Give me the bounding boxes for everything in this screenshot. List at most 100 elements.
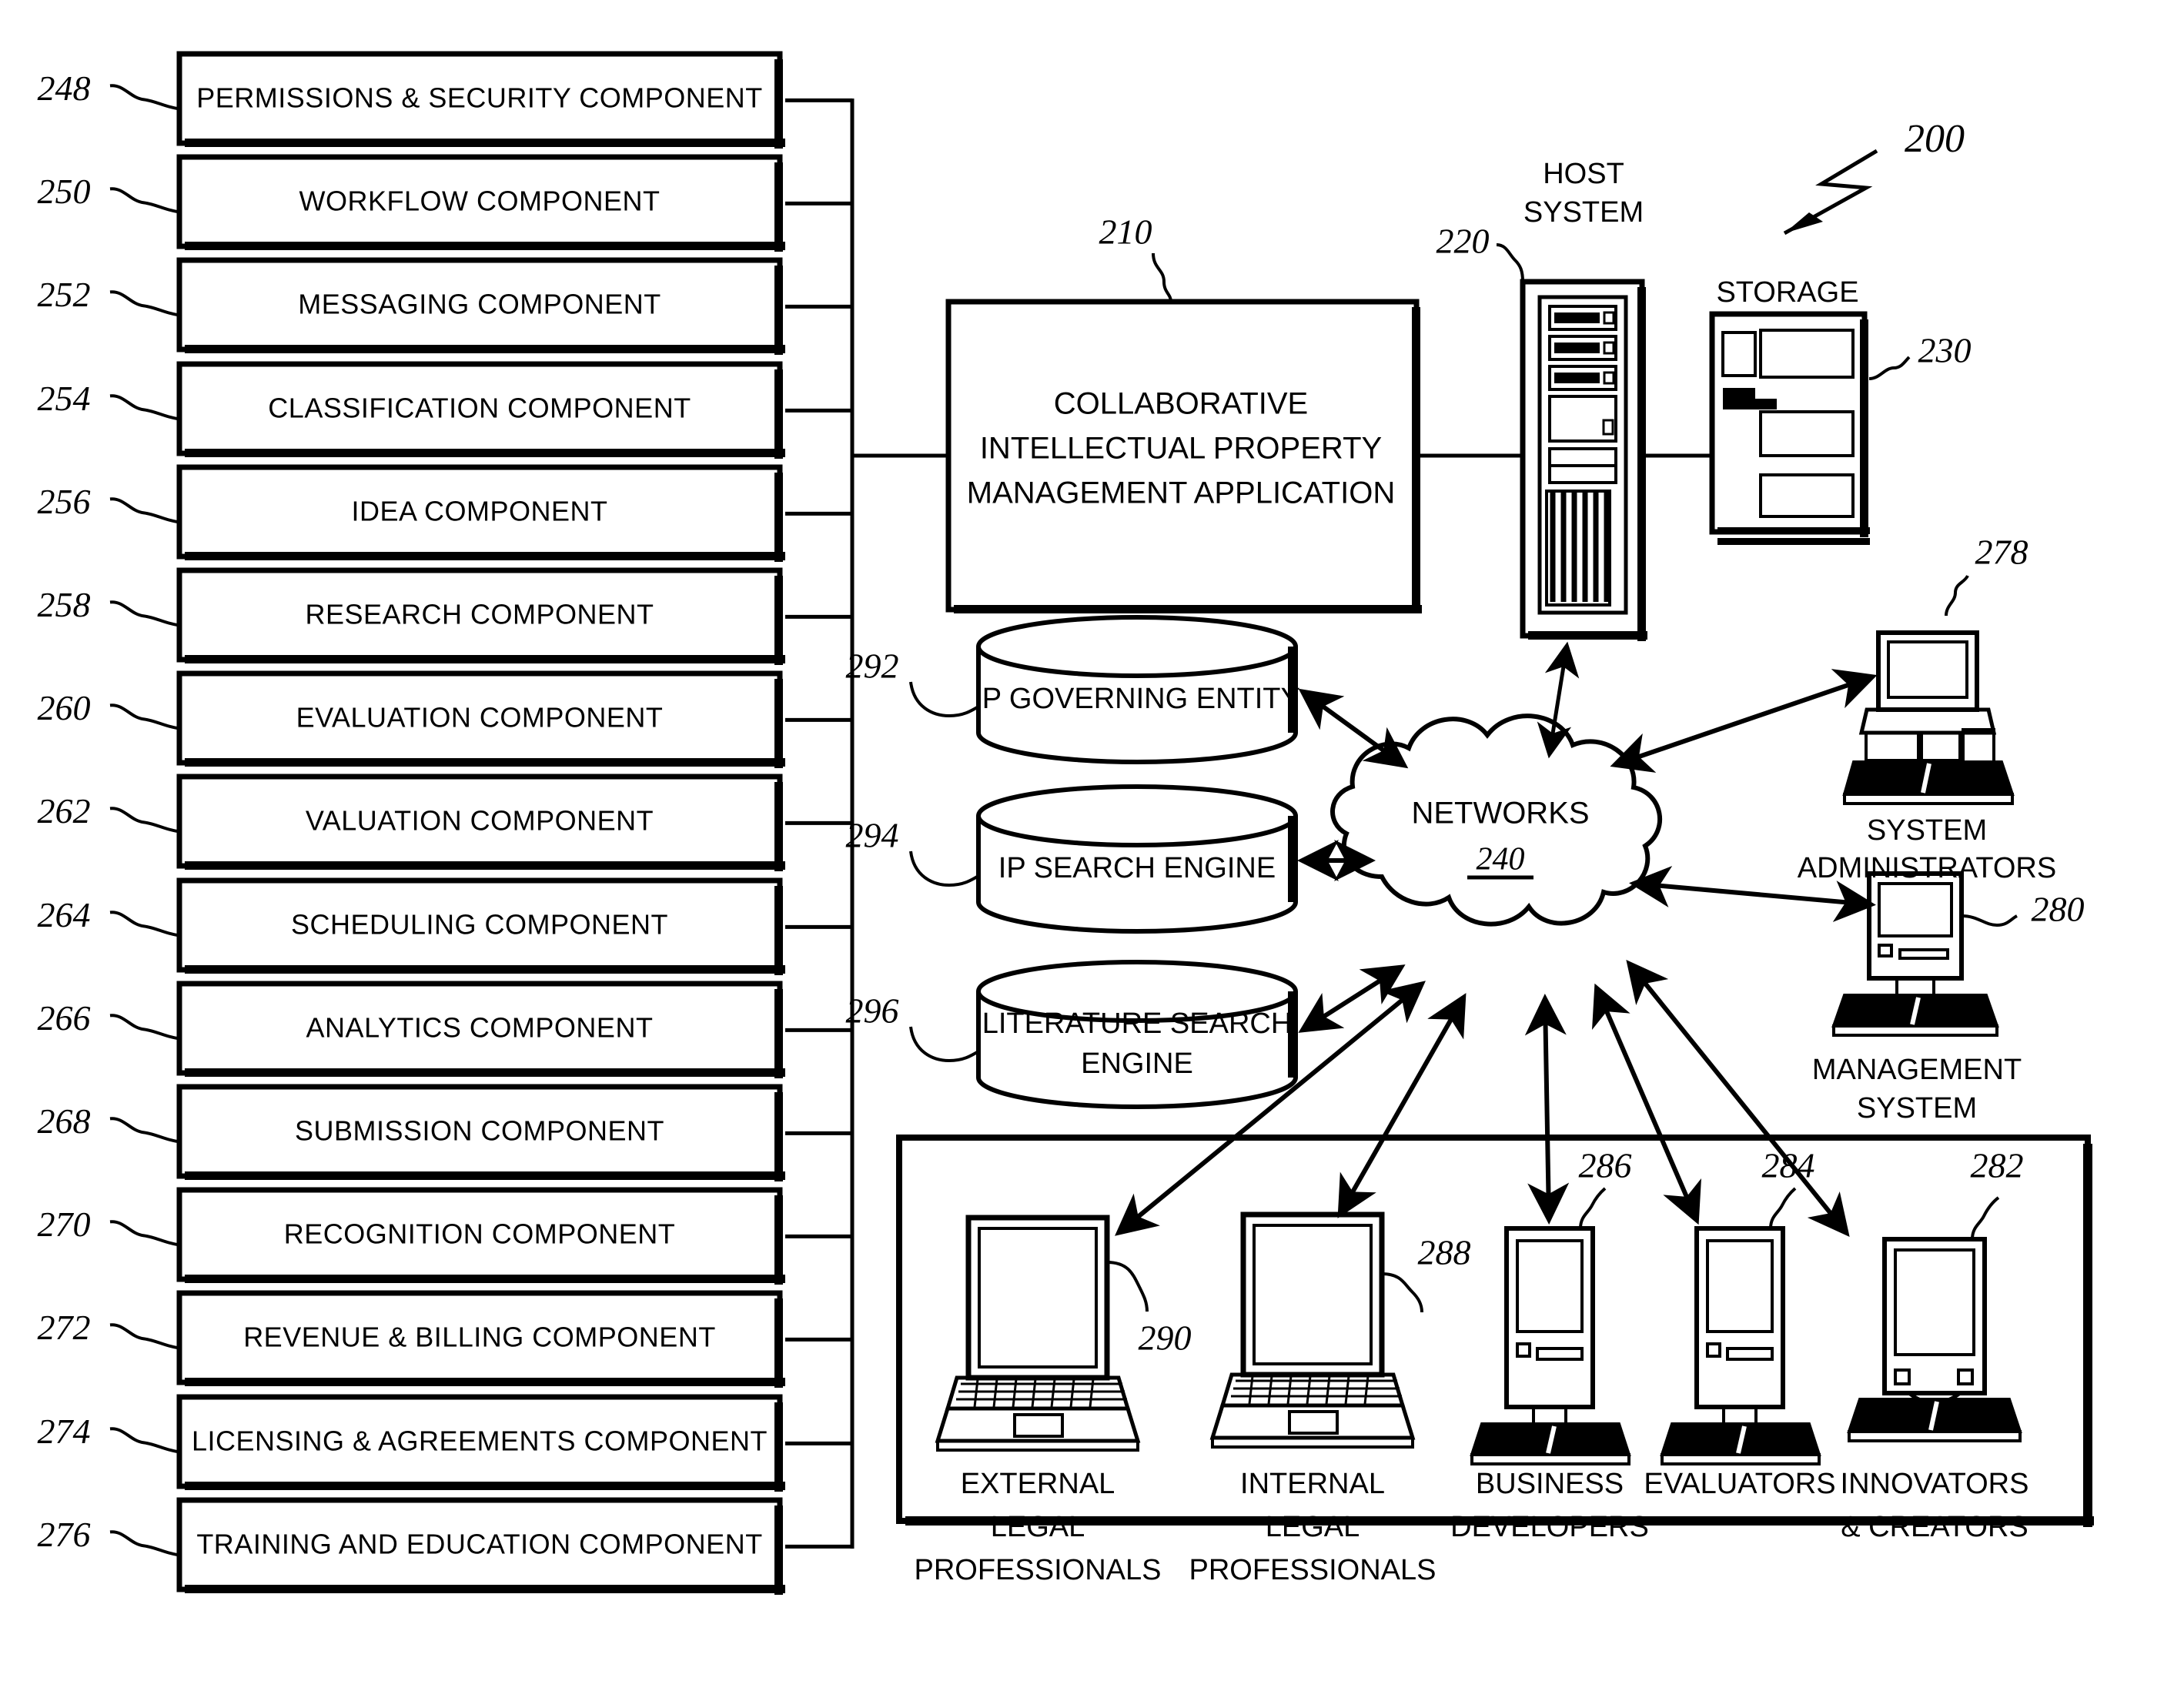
ref-288: 288 <box>1418 1233 1471 1272</box>
component-label: RECOGNITION COMPONENT <box>284 1218 676 1250</box>
component-box[interactable]: 258 RESEARCH COMPONENT <box>38 567 853 665</box>
user-label: PROFESSIONALS <box>915 1554 1162 1586</box>
mgmtsys-line-1: MANAGEMENT <box>1812 1054 2022 1086</box>
host-system-tower[interactable] <box>1520 279 1647 641</box>
component-label: SCHEDULING COMPONENT <box>291 909 668 941</box>
external-legal-laptop[interactable] <box>935 1215 1141 1452</box>
ref-270: 270 <box>38 1205 91 1244</box>
cyl296-cloud-arrow <box>1298 964 1406 1033</box>
component-box[interactable]: 256 IDEA COMPONENT <box>38 464 853 562</box>
leader-line <box>109 187 180 214</box>
component-box[interactable]: 254 CLASSIFICATION COMPONENT <box>38 361 853 459</box>
leader-line <box>109 1117 180 1144</box>
leader-line <box>109 1014 180 1041</box>
host-system-line-2: SYSTEM <box>1523 196 1644 229</box>
ref-256: 256 <box>38 482 91 521</box>
component-label: CLASSIFICATION COMPONENT <box>268 393 691 424</box>
host-cloud-arrow <box>1537 641 1580 759</box>
component-label: IDEA COMPONENT <box>351 496 607 527</box>
component-stack: 248 PERMISSIONS & SECURITY COMPONENT 250 WO… <box>38 51 853 1595</box>
datastore-cylinder[interactable]: IP SEARCH ENGINE 294 <box>846 784 1298 934</box>
cloud-mgmt-arrow <box>1629 866 1876 922</box>
ref-294: 294 <box>846 816 899 855</box>
user-label: LEGAL <box>1266 1511 1360 1543</box>
cylinder-label: LITERATURE SEARCH <box>982 1008 1293 1040</box>
user-label: LEGAL <box>991 1511 1085 1543</box>
leader-286 <box>1579 1187 1607 1229</box>
mgmtsys-line-2: SYSTEM <box>1857 1092 1977 1125</box>
component-box[interactable]: 266 ANALYTICS COMPONENT <box>38 981 853 1078</box>
ref-290: 290 <box>1139 1318 1192 1358</box>
leader-220 <box>1496 243 1524 282</box>
component-box[interactable]: 268 SUBMISSION COMPONENT <box>38 1084 853 1181</box>
ref-230: 230 <box>1918 331 1972 370</box>
leader-line <box>109 703 180 730</box>
ref-200: 200 <box>1905 117 1965 161</box>
leader-line <box>109 84 180 111</box>
ref-266: 266 <box>38 998 91 1038</box>
networks-ref: 240 <box>1477 842 1525 877</box>
component-box[interactable]: 270 RECOGNITION COMPONENT <box>38 1187 853 1285</box>
cylinder-label: IP GOVERNING ENTITY <box>974 683 1300 715</box>
component-box[interactable]: 264 SCHEDULING COMPONENT <box>38 877 853 975</box>
component-label: PERMISSIONS & SECURITY COMPONENT <box>196 82 762 114</box>
component-label: RESEARCH COMPONENT <box>305 599 654 630</box>
ref-262: 262 <box>38 791 91 830</box>
component-box[interactable]: 260 EVALUATION COMPONENT <box>38 670 853 768</box>
component-box[interactable]: 274 LICENSING & AGREEMENTS COMPONENT <box>38 1394 853 1492</box>
host-system-line-1: HOST <box>1543 158 1624 190</box>
leader-line <box>909 681 980 718</box>
ref-284: 284 <box>1762 1146 1815 1185</box>
system-administrators-workstation[interactable] <box>1842 630 2015 805</box>
leader-line <box>909 850 980 887</box>
business-developers-desktop[interactable] <box>1470 1226 1631 1465</box>
cyl292-cloud-arrow <box>1298 688 1409 769</box>
datastore-cylinder[interactable]: IP GOVERNING ENTITY 292 <box>846 615 1300 764</box>
component-label: VALUATION COMPONENT <box>306 805 654 837</box>
leader-line <box>109 394 180 421</box>
component-box[interactable]: 252 MESSAGING COMPONENT <box>38 257 853 355</box>
internal-legal-laptop[interactable] <box>1209 1211 1416 1449</box>
user-label: & CREATORS <box>1841 1511 2028 1543</box>
ref-282: 282 <box>1971 1146 2024 1185</box>
leader-282 <box>1971 1196 2000 1240</box>
ref-220: 220 <box>1436 222 1490 261</box>
component-box[interactable]: 272 REVENUE & BILLING COMPONENT <box>38 1290 853 1388</box>
user-label: EXTERNAL <box>961 1468 1115 1500</box>
component-label: MESSAGING COMPONENT <box>298 289 661 320</box>
leader-line <box>109 497 180 524</box>
management-system-workstation[interactable] <box>1831 871 1999 1037</box>
ref-296: 296 <box>846 991 899 1031</box>
cipma-line-2: INTELLECTUAL PROPERTY <box>980 432 1382 466</box>
user-labels: EXTERNAL LEGAL PROFESSIONALS INTERNAL LEGAL P… <box>915 1468 2029 1586</box>
component-label: EVALUATION COMPONENT <box>296 702 664 734</box>
cylinder-label: ENGINE <box>1081 1048 1193 1080</box>
component-label: REVENUE & BILLING COMPONENT <box>243 1322 716 1353</box>
datastore-cylinder[interactable]: LITERATURE SEARCH ENGINE 296 <box>846 960 1298 1109</box>
ref-248: 248 <box>38 69 91 108</box>
user-label: BUSINESS <box>1476 1468 1624 1500</box>
ref-278: 278 <box>1975 533 2028 572</box>
ref-274: 274 <box>38 1412 91 1451</box>
component-box[interactable]: 248 PERMISSIONS & SECURITY COMPONENT <box>38 51 853 149</box>
component-label: SUBMISSION COMPONENT <box>295 1115 664 1147</box>
innovators-creators-desktop[interactable] <box>1847 1237 2022 1442</box>
storage-unit[interactable] <box>1709 311 1870 545</box>
component-box[interactable]: 276 TRAINING AND EDUCATION COMPONENT <box>38 1497 853 1595</box>
cloud-innovators-arrow <box>1626 959 1850 1238</box>
component-box[interactable]: 262 VALUATION COMPONENT <box>38 774 853 871</box>
storage-label: STORAGE <box>1716 276 1858 309</box>
evaluators-desktop[interactable] <box>1660 1226 1821 1465</box>
component-label: WORKFLOW COMPONENT <box>299 185 661 217</box>
leader-line <box>109 807 180 834</box>
component-label: TRAINING AND EDUCATION COMPONENT <box>196 1529 762 1560</box>
component-box[interactable]: 250 WORKFLOW COMPONENT <box>38 154 853 252</box>
sysadmin-line-1: SYSTEM <box>1867 814 1987 847</box>
user-label: PROFESSIONALS <box>1189 1554 1436 1586</box>
cloud-business-dev-arrow <box>1524 994 1570 1225</box>
cylinder-group: IP GOVERNING ENTITY 292 IP SEARCH ENGINE 29… <box>846 615 1300 1109</box>
leader-line <box>109 1323 180 1350</box>
ref-276: 276 <box>38 1515 91 1554</box>
networks-label: NETWORKS <box>1411 797 1589 830</box>
user-label: DEVELOPERS <box>1450 1511 1649 1543</box>
